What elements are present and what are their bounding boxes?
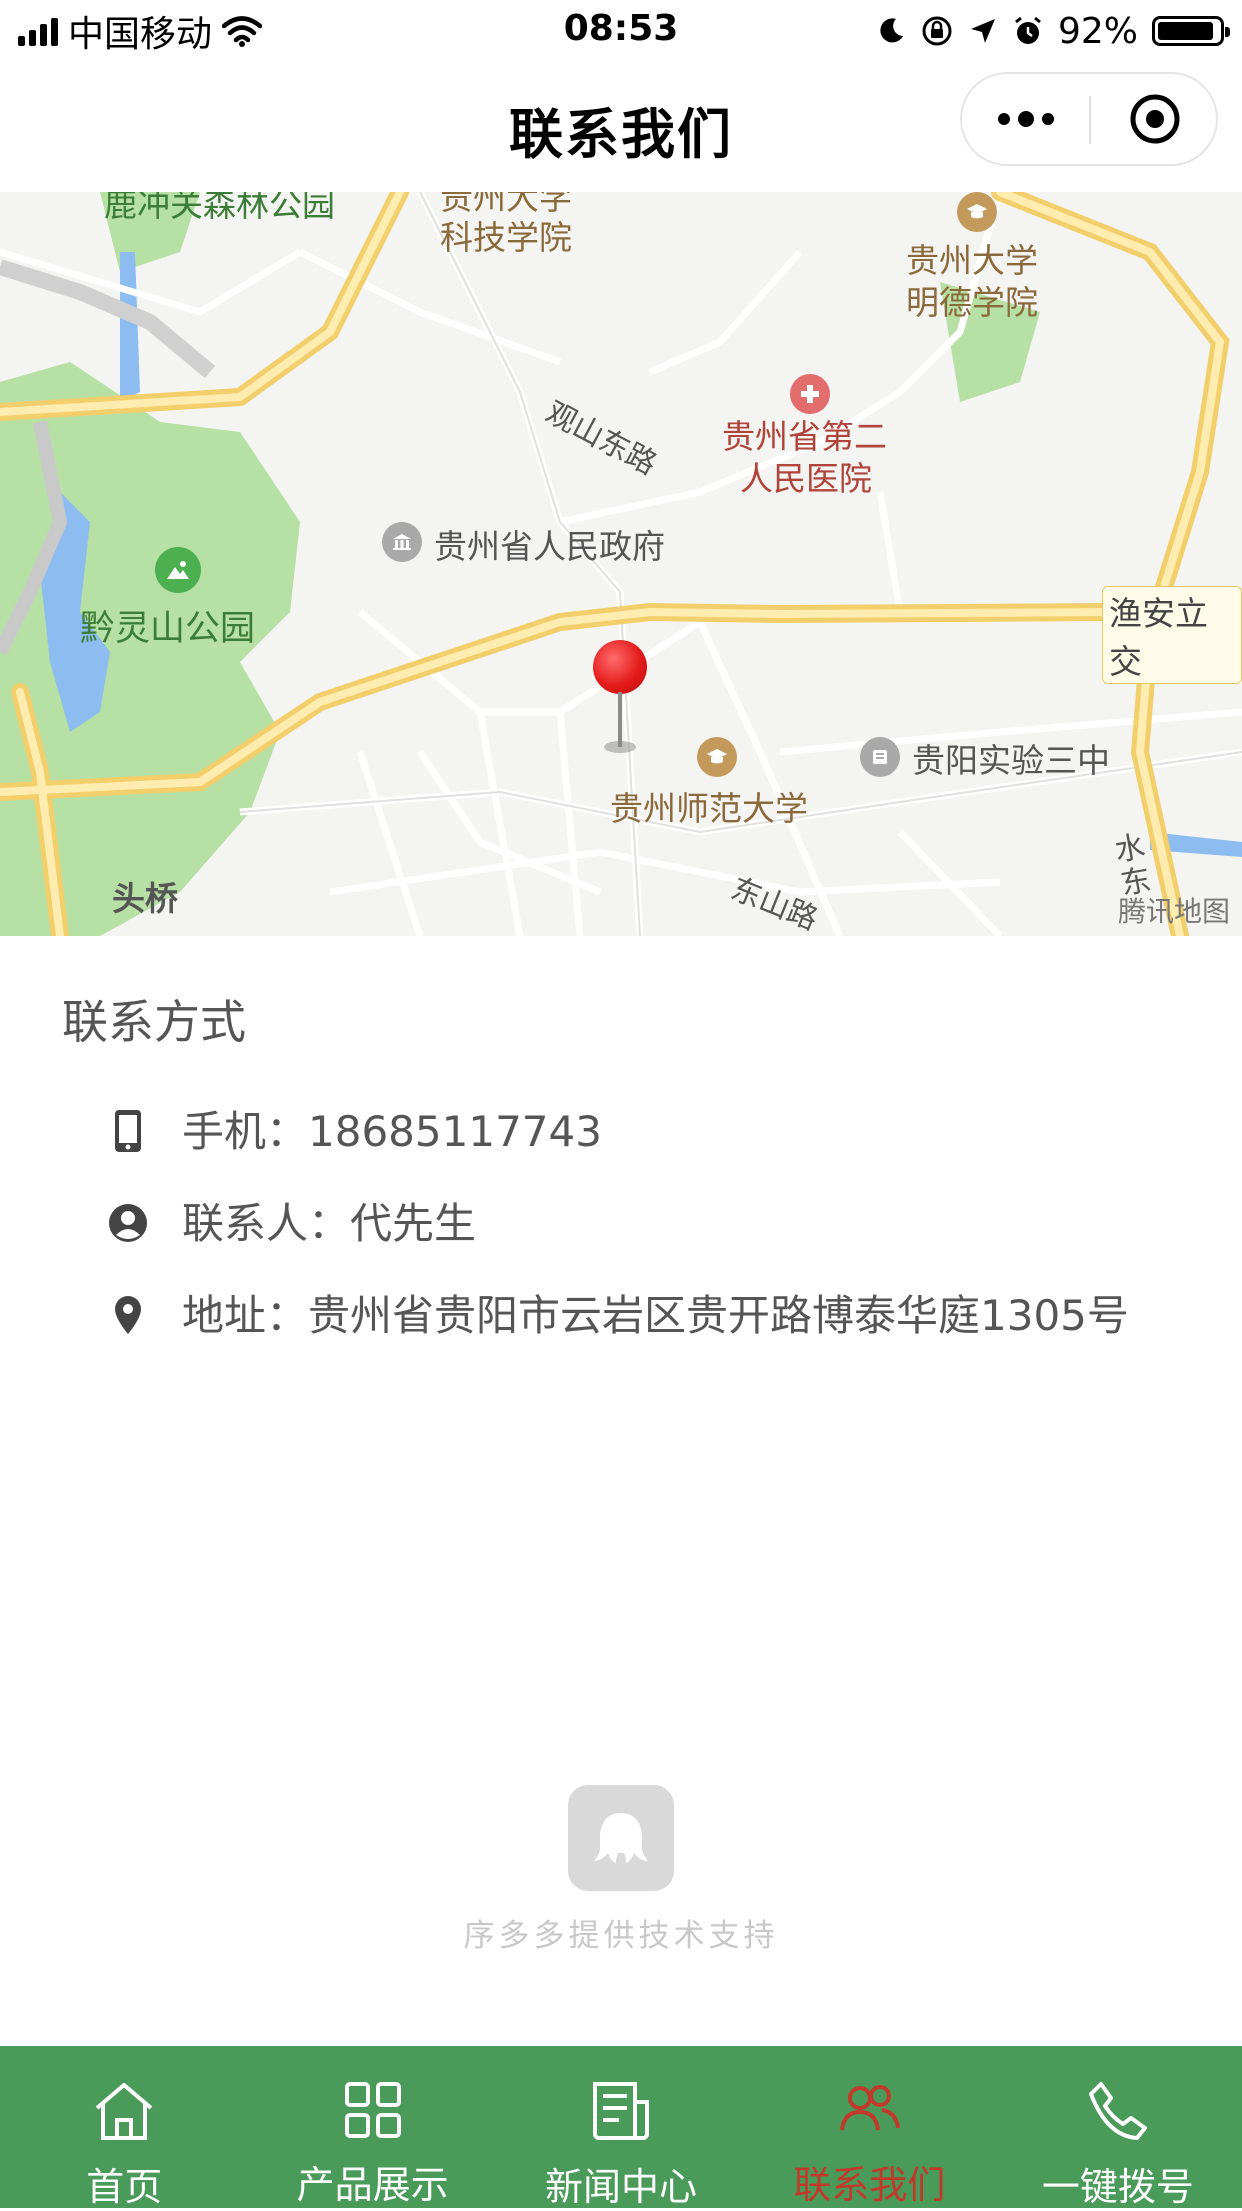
- tab-products[interactable]: 产品展示: [248, 2046, 496, 2208]
- map-label-school3: 贵阳实验三中: [912, 741, 1110, 780]
- map-marker-icon: [106, 1290, 150, 1340]
- provider-logo: [568, 1785, 674, 1891]
- more-dot-center: [1017, 111, 1034, 127]
- miniprogram-capsule: [960, 72, 1218, 166]
- location-pin-icon[interactable]: [593, 640, 647, 694]
- phone-value[interactable]: 18685117743: [308, 1100, 602, 1164]
- tab-label-products: 产品展示: [296, 2163, 449, 2207]
- tab-bar: 首页 产品展示 新闻中心 联系我们 一键拨号: [0, 2046, 1242, 2209]
- hospital-poi-icon: [790, 374, 830, 414]
- user-circle-icon: [106, 1198, 150, 1248]
- moon-icon: [880, 18, 903, 43]
- map-label-college: 贵州大学科技学院: [440, 192, 572, 257]
- tab-label-call: 一键拨号: [1041, 2165, 1194, 2209]
- status-right: 92%: [876, 8, 1230, 54]
- section-title: 联系方式: [62, 995, 246, 1049]
- nav-bar: 联系我们: [0, 62, 1242, 192]
- credit-text: 序多多提供技术支持: [463, 1918, 779, 1954]
- tab-news[interactable]: 新闻中心: [497, 2046, 745, 2209]
- battery-icon: [1152, 16, 1230, 46]
- address-row: 地址： 贵州省贵阳市云岩区贵开路博泰华庭1305号: [106, 1284, 1138, 1348]
- tab-call[interactable]: 一键拨号: [994, 2046, 1242, 2209]
- normal-university-poi-icon: [697, 737, 737, 777]
- map-label-hospital-1: 贵州省第二: [722, 417, 887, 456]
- park-poi-icon: [155, 547, 201, 593]
- map-label-government: 贵州省人民政府: [434, 527, 665, 566]
- tab-label-home: 首页: [86, 2165, 163, 2209]
- close-miniprogram-button[interactable]: [1091, 74, 1218, 164]
- map-copyright: 腾讯地图: [1117, 895, 1230, 928]
- map-label-mingde-1: 贵州大学: [906, 241, 1038, 280]
- government-poi-icon: [382, 522, 422, 562]
- alarm-icon: [1015, 16, 1041, 44]
- address-label: 地址：: [182, 1291, 309, 1340]
- map-label-mingde-2: 明德学院: [906, 283, 1038, 322]
- map-label-yuan-interchange: 渔安立交: [1102, 586, 1242, 684]
- octopus-icon: [594, 1813, 648, 1863]
- map-view[interactable]: 鹿冲关森林公园 贵州大学科技学院 贵州大学 明德学院 观山东路 贵州省第二 人民…: [0, 192, 1242, 936]
- target-close-icon: [1130, 94, 1179, 144]
- map-label-park-top: 鹿冲关森林公园: [104, 192, 335, 224]
- university-poi-icon: [957, 192, 997, 232]
- tab-label-contact: 联系我们: [793, 2163, 946, 2207]
- phone-label: 手机：: [182, 1107, 309, 1156]
- tab-contact[interactable]: 联系我们: [745, 2046, 993, 2208]
- news-icon: [586, 2080, 656, 2142]
- map-label-qianling-park: 黔灵山公园: [80, 609, 256, 649]
- phone-icon: [1083, 2080, 1153, 2142]
- person-value: 代先生: [350, 1199, 477, 1248]
- battery-percent: 92%: [1057, 10, 1138, 52]
- school-poi-icon: [860, 737, 900, 777]
- grid-icon: [338, 2080, 408, 2140]
- rotation-lock-icon: [922, 16, 952, 46]
- phone-row[interactable]: 手机： 18685117743: [106, 1100, 602, 1164]
- map-label-normal-university: 贵州师范大学: [610, 789, 808, 828]
- person-row: 联系人： 代先生: [106, 1192, 476, 1256]
- location-pin-stick: [618, 692, 622, 747]
- tab-home[interactable]: 首页: [0, 2046, 248, 2209]
- contact-icon: [834, 2080, 904, 2140]
- address-value: 贵州省贵阳市云岩区贵开路博泰华庭1305号: [308, 1291, 1129, 1340]
- status-bar: 中国移动 08:53 92%: [0, 0, 1242, 62]
- tab-label-news: 新闻中心: [545, 2165, 698, 2209]
- more-dots-icon: [997, 113, 1010, 125]
- home-icon: [89, 2080, 159, 2142]
- person-label: 联系人：: [182, 1199, 351, 1248]
- more-dot-right: [1041, 113, 1054, 125]
- map-label-hospital-2: 人民医院: [740, 459, 872, 498]
- mobile-phone-icon: [106, 1106, 150, 1156]
- map-label-toutiao: 头桥: [112, 879, 178, 918]
- location-arrow-icon: [970, 19, 995, 43]
- more-button[interactable]: [962, 74, 1089, 164]
